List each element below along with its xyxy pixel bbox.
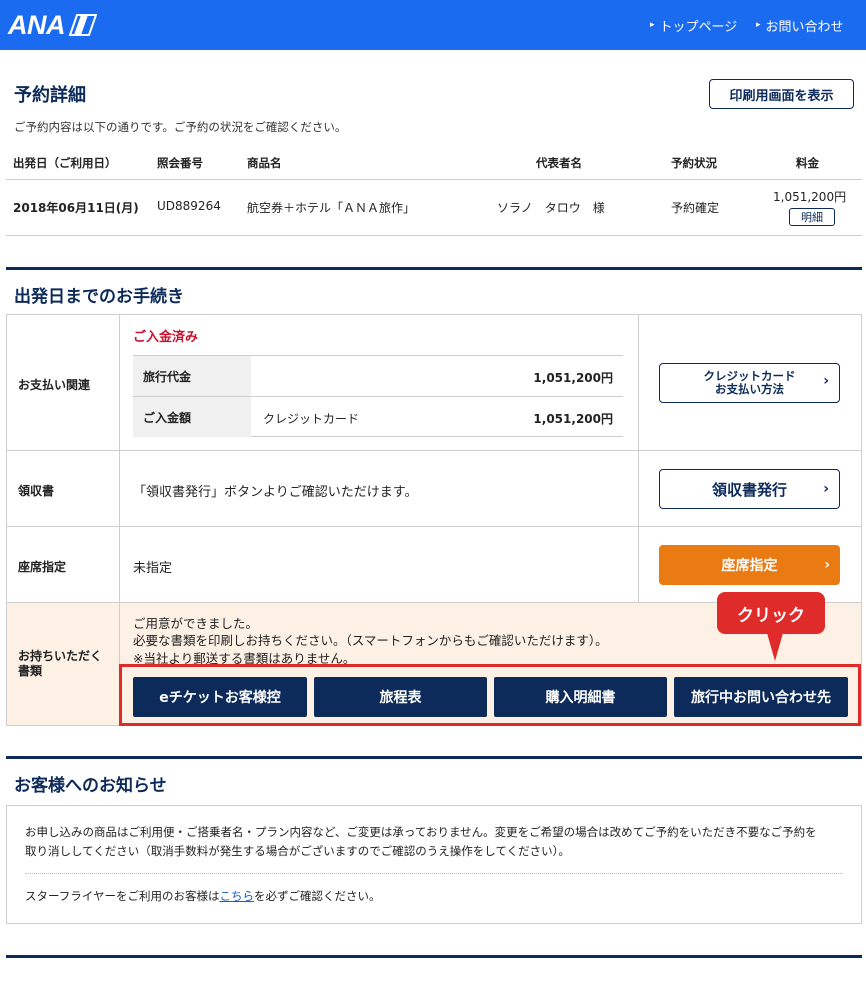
footer-border bbox=[6, 955, 862, 958]
nav-top-link[interactable]: ▸ トップページ bbox=[650, 0, 737, 50]
notice-text: お申し込みの商品はご利用便・ご搭乗者名・プラン内容など、ご変更は承っておりません… bbox=[25, 825, 817, 839]
print-view-button[interactable]: 印刷用画面を表示 bbox=[709, 79, 854, 109]
row-ref: UD889264 bbox=[157, 199, 221, 213]
starflyer-prefix: スターフライヤーをご利用のお客様は bbox=[25, 889, 220, 903]
documents-label: お持ちいただく 書類 bbox=[18, 649, 102, 679]
chevron-right-icon: › bbox=[823, 481, 829, 497]
col-ref: 照会番号 bbox=[157, 156, 203, 170]
col-fee: 料金 bbox=[796, 156, 819, 170]
section-border bbox=[6, 267, 862, 270]
divider bbox=[25, 873, 843, 874]
ana-logo[interactable]: ANA bbox=[8, 8, 97, 42]
logo-stripes-icon bbox=[68, 14, 97, 36]
button-label: 座席指定 bbox=[721, 558, 778, 574]
purchase-statement-button[interactable]: 購入明細書 bbox=[494, 677, 667, 717]
payment-row-amount: 1,051,200円 bbox=[533, 371, 613, 385]
eticket-receipt-button[interactable]: eチケットお客様控 bbox=[133, 677, 307, 717]
documents-label-line1: お持ちいただく bbox=[18, 649, 103, 663]
travel-contact-button[interactable]: 旅行中お問い合わせ先 bbox=[674, 677, 848, 717]
starflyer-notice: スターフライヤーをご利用のお客様はこちらを必ずご確認ください。 bbox=[25, 887, 380, 906]
arrow-right-icon: ▸ bbox=[650, 20, 655, 30]
payment-row-amount: 1,051,200円 bbox=[533, 412, 613, 426]
callout-pointer bbox=[767, 633, 783, 661]
col-product: 商品名 bbox=[247, 156, 282, 170]
divider bbox=[6, 235, 862, 236]
documents-message: 必要な書類を印刷しお持ちください。（スマートフォンからもご確認いただけます）。 bbox=[133, 633, 608, 648]
col-rep: 代表者名 bbox=[536, 156, 582, 170]
seat-label: 座席指定 bbox=[18, 560, 67, 574]
seat-text: 未指定 bbox=[133, 561, 173, 576]
nav-top-label: トップページ bbox=[659, 19, 738, 35]
detail-button[interactable]: 明細 bbox=[789, 208, 835, 226]
chevron-right-icon: › bbox=[823, 373, 829, 389]
itinerary-button[interactable]: 旅程表 bbox=[314, 677, 487, 717]
notices-box: お申し込みの商品はご利用便・ご搭乗者名・プラン内容など、ご変更は承っておりません… bbox=[6, 805, 862, 924]
nav-contact-link[interactable]: ▸ お問い合わせ bbox=[756, 0, 844, 50]
receipt-issue-button[interactable]: 領収書発行 › bbox=[659, 469, 840, 509]
page-title: 予約詳細 bbox=[14, 85, 86, 106]
starflyer-suffix: を必ずご確認ください。 bbox=[253, 889, 381, 903]
divider bbox=[7, 526, 861, 527]
payment-row-method: クレジットカード bbox=[263, 412, 360, 426]
row-fee: 1,051,200円 bbox=[773, 190, 847, 204]
starflyer-link[interactable]: こちら bbox=[219, 889, 254, 903]
col-date: 出発日（ご利用日） bbox=[13, 156, 117, 170]
receipt-text: 「領収書発行」ボタンよりご確認いただけます。 bbox=[133, 485, 418, 500]
receipt-label: 領収書 bbox=[18, 484, 55, 498]
notice-text: 取り消ししてください（取消手数料が発生する場合がございますのでご確認のうえ操作を… bbox=[25, 844, 570, 858]
notices-title: お客様へのお知らせ bbox=[14, 776, 167, 796]
documents-label-line2: 書類 bbox=[18, 664, 43, 678]
arrow-right-icon: ▸ bbox=[756, 20, 761, 30]
payment-table: 旅行代金 1,051,200円 ご入金額 クレジットカード 1,051,200円 bbox=[133, 355, 623, 437]
credit-card-payment-button[interactable]: クレジットカード お支払い方法 › bbox=[659, 363, 840, 403]
site-header: ANA ▸ トップページ ▸ お問い合わせ bbox=[0, 0, 866, 50]
page-subtitle: ご予約内容は以下の通りです。ご予約の状況をご確認ください。 bbox=[14, 120, 347, 134]
divider bbox=[6, 179, 862, 180]
click-callout: クリック bbox=[717, 592, 825, 634]
procedures-title: 出発日までのお手続き bbox=[14, 287, 184, 307]
divider bbox=[638, 315, 639, 603]
row-status: 予約確定 bbox=[671, 201, 720, 215]
payment-status: ご入金済み bbox=[133, 330, 199, 345]
button-label-line2: お支払い方法 bbox=[715, 382, 784, 396]
section-border bbox=[6, 756, 862, 759]
payment-row-label: ご入金額 bbox=[133, 397, 251, 437]
payment-label: お支払い関連 bbox=[18, 378, 91, 392]
button-label: 領収書発行 bbox=[711, 480, 787, 499]
divider bbox=[7, 450, 861, 451]
payment-row-label: 旅行代金 bbox=[133, 356, 251, 396]
seat-select-button[interactable]: 座席指定 › bbox=[659, 545, 840, 585]
nav-contact-label: お問い合わせ bbox=[765, 19, 844, 35]
col-status: 予約状況 bbox=[671, 156, 717, 170]
logo-text: ANA bbox=[8, 9, 66, 40]
chevron-right-icon: › bbox=[824, 557, 830, 573]
row-product: 航空券＋ホテル「ＡＮＡ旅作」 bbox=[247, 201, 416, 215]
row-rep: ソラノ タロウ 様 bbox=[497, 201, 605, 215]
row-date: 2018年06月11日(月) bbox=[13, 201, 139, 215]
